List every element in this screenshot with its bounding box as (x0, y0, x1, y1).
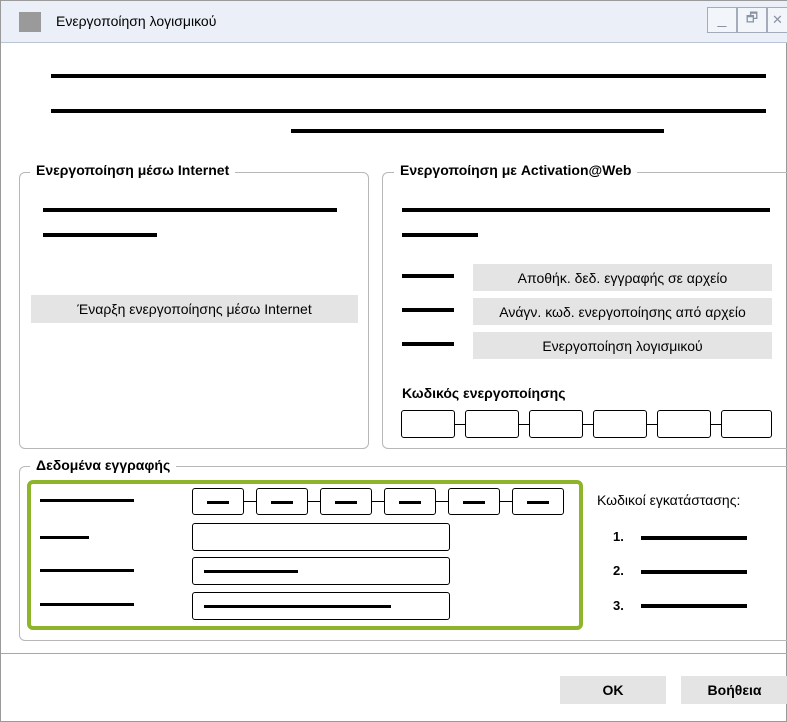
redacted-label (402, 308, 454, 312)
help-button[interactable]: Βοήθεια (681, 676, 787, 704)
read-activation-code-button[interactable]: Ανάγν. κωδ. ενεργοποίησης από αρχείο (473, 298, 772, 325)
activation-code-field[interactable] (465, 410, 519, 438)
code-separator (436, 501, 448, 502)
code-separator (583, 424, 593, 425)
redacted-text-line (402, 233, 478, 237)
redacted-label (40, 536, 89, 539)
restore-icon: 🗗 (745, 10, 759, 25)
code-separator (500, 501, 512, 502)
minimize-icon: _ (717, 11, 727, 28)
redacted-install-code (641, 570, 747, 574)
title-bar: Ενεργοποίηση λογισμικού _ 🗗 ✕ (1, 1, 787, 43)
redacted-text-line (43, 208, 337, 212)
close-button[interactable]: ✕ (767, 7, 787, 33)
code-separator (372, 501, 384, 502)
restore-button[interactable]: 🗗 (737, 7, 767, 33)
web-activation-legend: Ενεργοποίηση με Activation@Web (394, 162, 638, 178)
start-internet-activation-button[interactable]: Έναρξη ενεργοποίησης μέσω Internet (31, 295, 358, 323)
registration-code-field[interactable] (192, 488, 244, 515)
registration-code-field[interactable] (448, 488, 500, 515)
code-separator (244, 501, 256, 502)
redacted-install-code (641, 536, 747, 540)
registration-data-legend: Δεδομένα εγγραφής (30, 457, 177, 473)
code-separator (519, 424, 529, 425)
ok-button[interactable]: OK (560, 676, 666, 704)
registration-code-field[interactable] (320, 488, 372, 515)
registration-text-field[interactable] (192, 557, 450, 585)
internet-activation-legend: Ενεργοποίηση μέσω Internet (30, 162, 236, 178)
activation-code-label: Κωδικός ενεργοποίησης (402, 385, 566, 401)
code-separator (647, 424, 657, 425)
redacted-text-line (51, 74, 766, 78)
footer-divider (1, 653, 787, 654)
redacted-label (40, 569, 134, 572)
registration-code-field[interactable] (512, 488, 564, 515)
activate-software-button[interactable]: Ενεργοποίηση λογισμικού (473, 332, 772, 359)
redacted-text-line (51, 109, 766, 113)
activation-code-field[interactable] (721, 410, 772, 438)
install-codes-label: Κωδικοί εγκατάστασης: (597, 492, 741, 508)
registration-code-field[interactable] (384, 488, 436, 515)
window-title: Ενεργοποίηση λογισμικού (56, 13, 217, 29)
registration-code-field[interactable] (256, 488, 308, 515)
redacted-label (402, 342, 454, 346)
minimize-button[interactable]: _ (707, 7, 737, 33)
code-separator (711, 424, 721, 425)
activation-code-field[interactable] (657, 410, 711, 438)
activation-code-field[interactable] (593, 410, 647, 438)
redacted-text-line (402, 208, 770, 212)
redacted-label (40, 603, 134, 606)
activation-code-field[interactable] (529, 410, 583, 438)
redacted-install-code (641, 604, 747, 608)
close-icon: ✕ (772, 12, 783, 27)
activation-window: Ενεργοποίηση λογισμικού _ 🗗 ✕ Ενεργοποίη… (0, 0, 787, 722)
registration-text-field[interactable] (192, 592, 450, 620)
install-code-number: 1. (613, 529, 624, 544)
redacted-text-line (291, 129, 664, 133)
redacted-label (402, 274, 454, 278)
install-code-number: 3. (613, 598, 624, 613)
app-icon (19, 12, 41, 32)
redacted-text-line (43, 233, 157, 237)
redacted-label (40, 499, 134, 502)
save-registration-data-button[interactable]: Αποθήκ. δεδ. εγγραφής σε αρχείο (473, 264, 772, 291)
activation-code-field[interactable] (401, 410, 455, 438)
registration-text-field[interactable] (192, 523, 450, 551)
install-code-number: 2. (613, 563, 624, 578)
code-separator (308, 501, 320, 502)
code-separator (455, 424, 465, 425)
